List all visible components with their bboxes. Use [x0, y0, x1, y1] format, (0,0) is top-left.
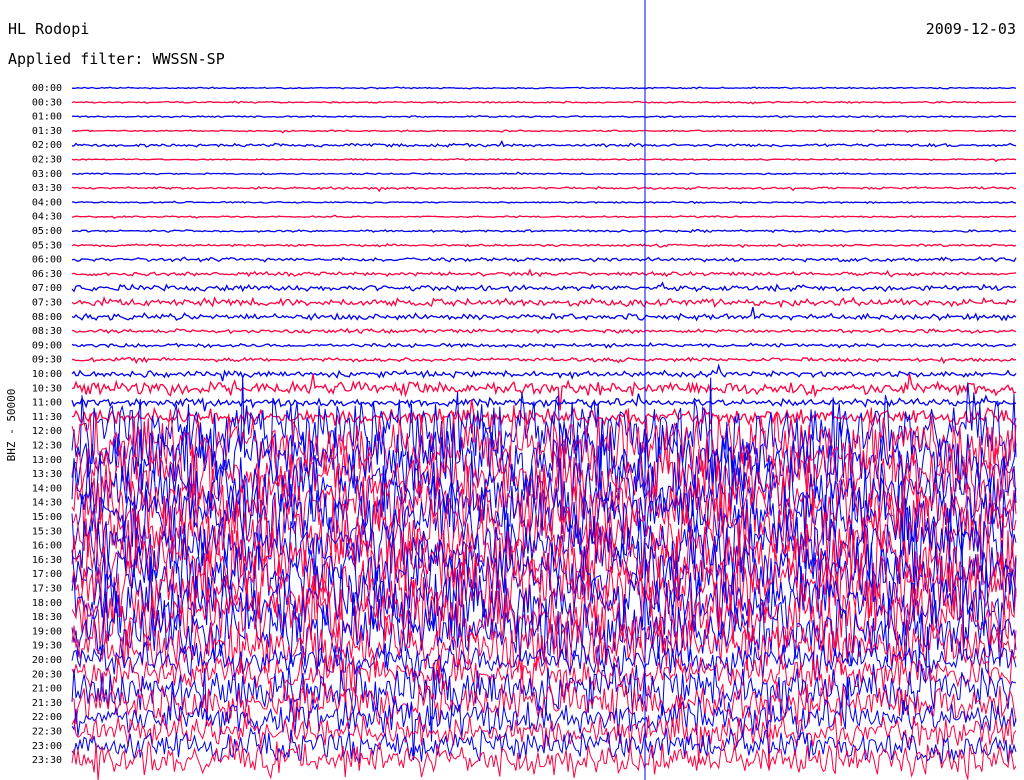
hour-label: 22:00: [32, 712, 62, 723]
hour-label: 00:30: [32, 97, 62, 108]
trace-row: [71, 363, 1017, 382]
hour-label: 16:30: [32, 555, 62, 566]
hour-label: 21:00: [32, 684, 62, 695]
hour-label: 10:00: [32, 369, 62, 380]
trace-row: [71, 140, 1017, 148]
hour-label: 11:30: [32, 412, 62, 423]
trace-row: [71, 186, 1017, 193]
trace-row: [71, 327, 1017, 335]
hour-label: 06:30: [32, 269, 62, 280]
hour-label: 05:00: [32, 226, 62, 237]
hour-label: 07:00: [32, 283, 62, 294]
hour-label: 14:30: [32, 498, 62, 509]
hour-label: 02:00: [32, 140, 62, 151]
hour-label: 16:00: [32, 541, 62, 552]
hour-label: 09:30: [32, 355, 62, 366]
hour-label: 12:00: [32, 426, 62, 437]
hour-label: 14:00: [32, 483, 62, 494]
hour-label: 08:30: [32, 326, 62, 337]
hour-label: 03:00: [32, 169, 62, 180]
hour-label: 15:00: [32, 512, 62, 523]
hour-label: 09:00: [32, 340, 62, 351]
trace-row: [71, 256, 1017, 263]
trace-row: [71, 306, 1017, 322]
hour-label: 00:00: [32, 83, 62, 94]
helicorder-plot: 00:00 00:30 01:00 01:30 02:00 02:30 03:00 03:30…: [5, 0, 1017, 780]
trace-row: [71, 281, 1017, 293]
hour-label: 18:30: [32, 612, 62, 623]
hour-label: 23:30: [32, 755, 62, 766]
hour-label: 04:00: [32, 197, 62, 208]
trace-row: [71, 129, 1017, 134]
trace-row: [71, 243, 1017, 249]
trace-row: [71, 200, 1017, 205]
hour-label: 08:00: [32, 312, 62, 323]
hour-label: 22:30: [32, 727, 62, 738]
trace-row: [71, 296, 1017, 309]
trace-row: [71, 268, 1017, 278]
trace-row: [71, 356, 1017, 365]
trace-row: [71, 171, 1017, 176]
hour-label: 06:00: [32, 255, 62, 266]
trace-row: [71, 157, 1017, 163]
hour-label: 02:30: [32, 155, 62, 166]
hour-label: 05:30: [32, 240, 62, 251]
hour-label: 12:30: [32, 441, 62, 452]
hour-label: 07:30: [32, 298, 62, 309]
trace-row: [71, 393, 1017, 412]
hour-label: 20:30: [32, 669, 62, 680]
trace-row: [71, 86, 1017, 90]
hour-label: 21:30: [32, 698, 62, 709]
hour-label: 13:30: [32, 469, 62, 480]
hour-label: 19:00: [32, 626, 62, 637]
hour-label: 03:30: [32, 183, 62, 194]
hour-label: 10:30: [32, 383, 62, 394]
hour-label: 18:00: [32, 598, 62, 609]
hour-label: 01:30: [32, 126, 62, 137]
trace-row: [71, 229, 1017, 234]
hour-label: 23:00: [32, 741, 62, 752]
hour-label: 17:00: [32, 569, 62, 580]
hour-label: 01:00: [32, 112, 62, 123]
hour-label: 04:30: [32, 212, 62, 223]
hour-label: 19:30: [32, 641, 62, 652]
trace-row: [71, 114, 1017, 119]
hour-label-group: 00:00 00:30 01:00 01:30 02:00 02:30 03:00 03:30…: [32, 83, 62, 766]
hour-label: 15:30: [32, 526, 62, 537]
trace-row: [71, 342, 1017, 349]
hour-label: 20:00: [32, 655, 62, 666]
trace-group: [71, 86, 1017, 780]
hour-label: 17:30: [32, 584, 62, 595]
hour-label: 11:00: [32, 398, 62, 409]
hour-label: 13:00: [32, 455, 62, 466]
channel-label: BHZ - 50000: [5, 389, 18, 462]
trace-row: [71, 214, 1017, 219]
trace-row: [71, 735, 1017, 780]
trace-row: [71, 100, 1017, 105]
